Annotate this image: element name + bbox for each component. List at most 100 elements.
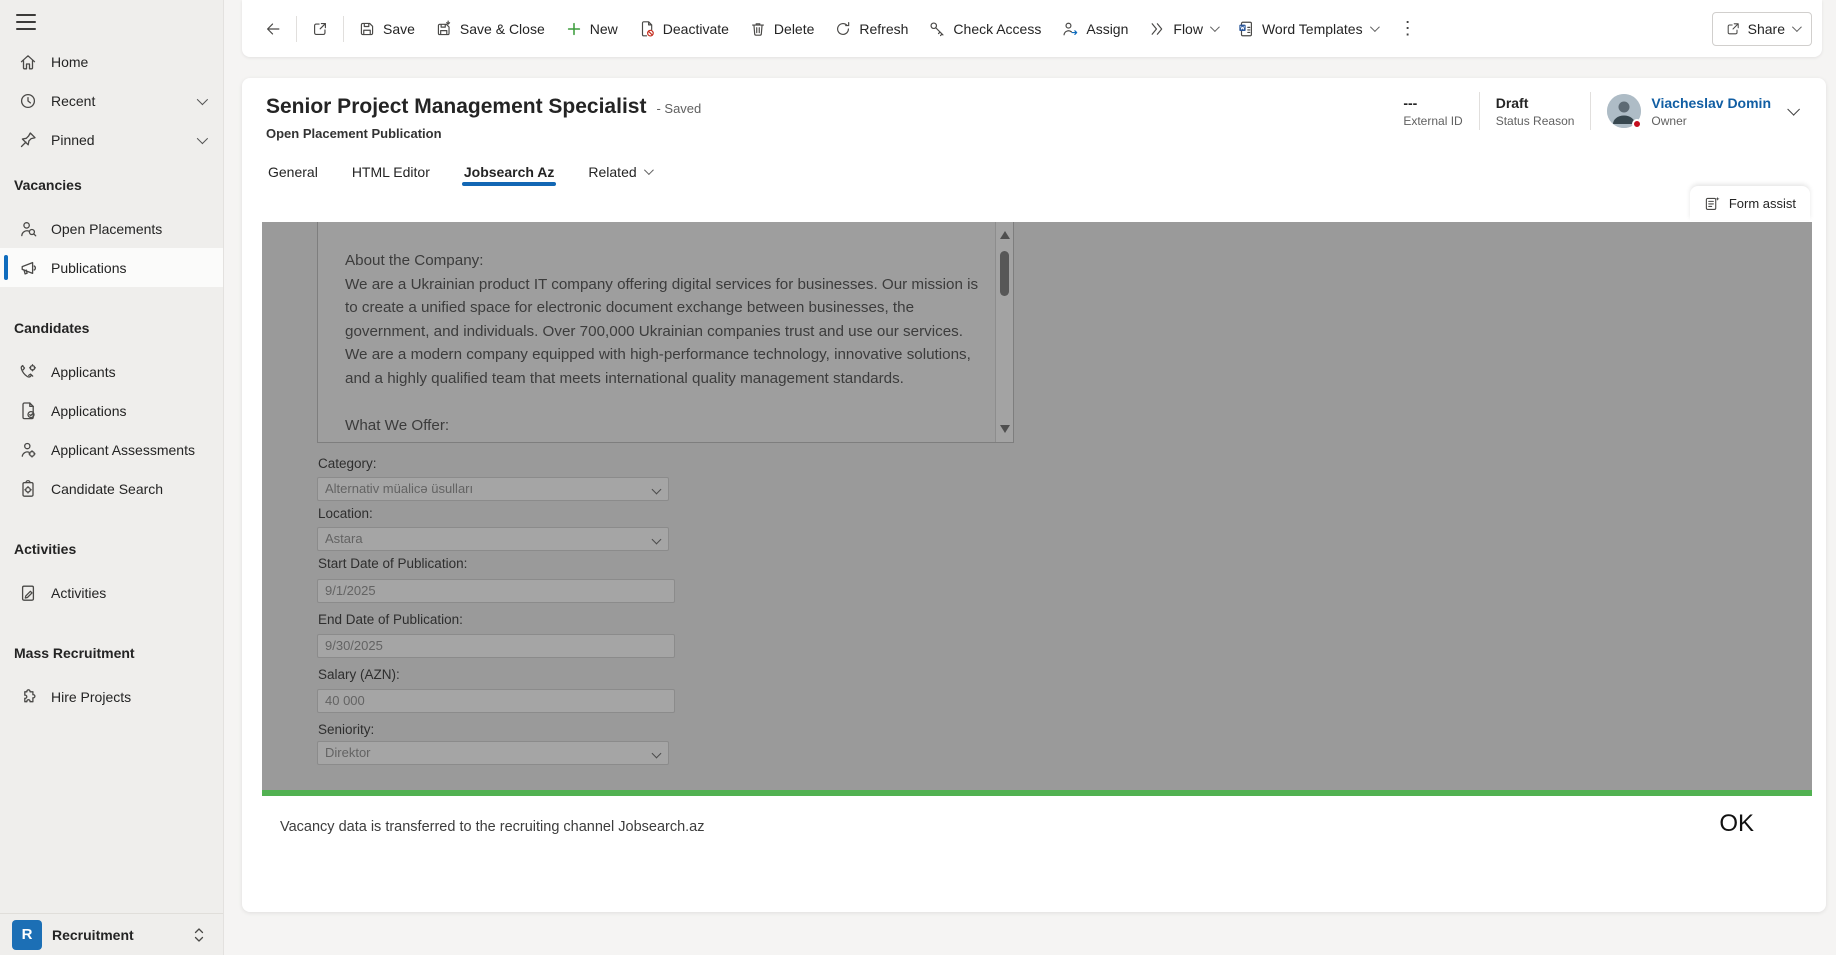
divider [1590, 92, 1591, 130]
person-search-icon [18, 219, 38, 239]
start-date-input[interactable]: 9/1/2025 [317, 579, 675, 603]
assign-button[interactable]: Assign [1051, 10, 1138, 48]
sidebar-item-home[interactable]: Home [0, 42, 223, 81]
clock-icon [18, 91, 38, 111]
external-id-field: --- External ID [1403, 95, 1462, 128]
assign-person-icon [1061, 20, 1079, 38]
location-select[interactable]: Astara [317, 527, 669, 551]
sidebar-item-candidate-search[interactable]: Candidate Search [0, 469, 223, 508]
external-id-value: --- [1403, 95, 1462, 111]
sidebar-item-activities[interactable]: Activities [0, 573, 223, 612]
sidebar: Home Recent Pinned Vacancies Open Placem… [0, 0, 224, 955]
header-summary: --- External ID Draft Status Reason Viac… [1403, 92, 1796, 130]
sidebar-item-label: Candidate Search [51, 481, 163, 497]
salary-input[interactable]: 40 000 [317, 689, 675, 713]
back-button[interactable] [254, 10, 292, 48]
tab-related[interactable]: Related [588, 164, 650, 194]
scrollbar-up-arrow-icon[interactable] [1000, 231, 1010, 239]
refresh-button[interactable]: Refresh [824, 10, 918, 48]
hamburger-menu-icon[interactable] [16, 14, 36, 30]
chevron-down-icon [1370, 22, 1380, 32]
owner-field[interactable]: Viacheslav Domin Owner [1607, 94, 1771, 128]
chevron-down-icon [652, 485, 662, 495]
phone-gear-icon [18, 362, 38, 382]
divider [343, 16, 344, 42]
scrollbar-down-arrow-icon[interactable] [1000, 425, 1010, 433]
sidebar-item-label: Recent [51, 93, 95, 109]
app-root: Home Recent Pinned Vacancies Open Placem… [0, 0, 1836, 955]
ok-button[interactable]: OK [1719, 810, 1754, 838]
sidebar-item-label: Home [51, 54, 88, 70]
pin-icon [18, 130, 38, 150]
form-assist-button[interactable]: Form assist [1690, 186, 1810, 220]
tab-general[interactable]: General [268, 164, 318, 194]
sidebar-nav: Home Recent Pinned Vacancies Open Placem… [0, 42, 223, 716]
owner-label: Owner [1651, 114, 1771, 128]
new-button[interactable]: New [555, 10, 628, 48]
vacancy-description-textarea[interactable]: About the Company: We are a Ukrainian pr… [317, 222, 1014, 443]
sidebar-item-pinned[interactable]: Pinned [0, 120, 223, 159]
delete-button[interactable]: Delete [739, 10, 824, 48]
sidebar-item-label: Publications [51, 260, 127, 276]
sidebar-item-open-placements[interactable]: Open Placements [0, 209, 223, 248]
sidebar-item-applicant-assessments[interactable]: Applicant Assessments [0, 430, 223, 469]
megaphone-icon [18, 258, 38, 278]
sidebar-item-label: Applicants [51, 364, 116, 380]
seniority-label: Seniority: [318, 722, 374, 737]
sidebar-section-candidates: Candidates [0, 313, 223, 343]
scrollbar-thumb[interactable] [1000, 251, 1009, 296]
dialog-footer: Vacancy data is transferred to the recru… [262, 796, 1812, 912]
sidebar-item-applications[interactable]: Applications [0, 391, 223, 430]
clipboard-pencil-icon [18, 583, 38, 603]
form-assist-icon [1704, 195, 1721, 212]
save-and-close-button[interactable]: Save & Close [425, 10, 555, 48]
flow-button[interactable]: Flow [1138, 10, 1227, 48]
category-select[interactable]: Alternativ müalicə üsulları [317, 477, 669, 501]
sidebar-item-label: Applicant Assessments [51, 442, 195, 458]
location-label: Location: [318, 506, 373, 521]
sidebar-item-hire-projects[interactable]: Hire Projects [0, 677, 223, 716]
sidebar-item-recent[interactable]: Recent [0, 81, 223, 120]
share-icon [1725, 21, 1741, 37]
end-date-input[interactable]: 9/30/2025 [317, 634, 675, 658]
key-icon [928, 20, 946, 38]
divider [296, 16, 297, 42]
page-title: Senior Project Management Specialist [266, 95, 646, 119]
seniority-select[interactable]: Direktor [317, 741, 669, 765]
back-arrow-icon [264, 20, 282, 38]
save-close-icon [435, 20, 453, 38]
external-id-label: External ID [1403, 114, 1462, 128]
owner-name-link[interactable]: Viacheslav Domin [1651, 95, 1771, 111]
textarea-scrollbar[interactable] [995, 222, 1013, 442]
record-header: Senior Project Management Specialist - S… [242, 78, 1826, 141]
status-reason-label: Status Reason [1496, 114, 1575, 128]
chevron-down-icon[interactable] [197, 132, 208, 143]
more-commands-button[interactable]: ⋮ [1387, 18, 1429, 39]
share-button[interactable]: Share [1712, 12, 1812, 46]
chevron-down-icon [1210, 22, 1220, 32]
tab-html-editor[interactable]: HTML Editor [352, 164, 430, 194]
sidebar-item-applicants[interactable]: Applicants [0, 352, 223, 391]
chevron-down-icon[interactable] [197, 93, 208, 104]
trash-icon [749, 20, 767, 38]
sidebar-item-label: Applications [51, 403, 127, 419]
deactivate-icon [638, 20, 656, 38]
sidebar-item-publications[interactable]: Publications [0, 248, 223, 287]
tab-jobsearch-az[interactable]: Jobsearch Az [464, 164, 555, 194]
sidebar-section-vacancies: Vacancies [0, 170, 223, 200]
save-button[interactable]: Save [348, 10, 425, 48]
word-templates-button[interactable]: Word Templates [1227, 10, 1387, 48]
sidebar-section-activities: Activities [0, 534, 223, 564]
open-in-new-window-button[interactable] [301, 10, 339, 48]
puzzle-icon [18, 687, 38, 707]
sidebar-item-label: Pinned [51, 132, 95, 148]
salary-label: Salary (AZN): [318, 667, 400, 682]
app-switcher[interactable]: R Recruitment [0, 913, 223, 955]
save-status: - Saved [656, 101, 701, 116]
deactivate-button[interactable]: Deactivate [628, 10, 739, 48]
category-label: Category: [318, 456, 377, 471]
jobsearch-dialog-overlay: About the Company: We are a Ukrainian pr… [262, 222, 1812, 790]
check-access-button[interactable]: Check Access [918, 10, 1051, 48]
clipboard-gear-icon [18, 479, 38, 499]
status-reason-field: Draft Status Reason [1496, 95, 1575, 128]
